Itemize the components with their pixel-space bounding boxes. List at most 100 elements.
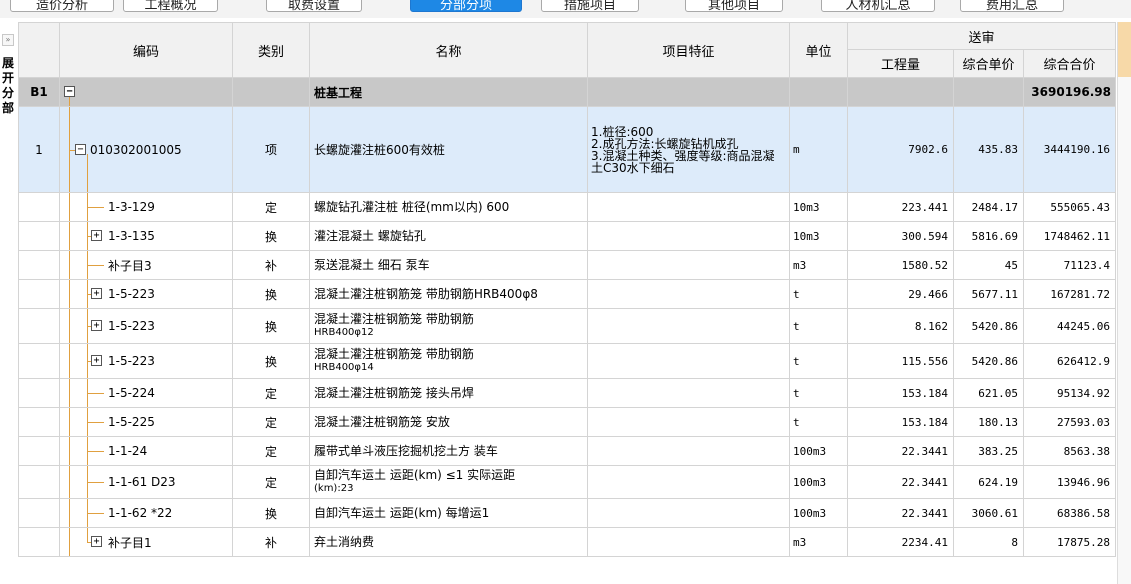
category-cell	[232, 77, 310, 107]
table-row[interactable]: 1-1-61 D23 定自卸汽车运土 运距(km) ≤1 实际运距 (km):23 1…	[18, 465, 1117, 499]
row-code: 1-3-135	[108, 229, 155, 243]
tab-2[interactable]: 取费设置	[266, 0, 362, 13]
expand-icon[interactable]: +	[91, 355, 102, 366]
quantity-cell: 1580.52	[847, 250, 954, 280]
category-cell: 换	[232, 308, 310, 344]
total-cell: 626412.9	[1022, 343, 1117, 379]
quantity-cell: 7902.6	[847, 106, 954, 193]
table-row[interactable]: +1-5-223 换混凝土灌注桩钢筋笼 带肋钢筋HRB400φ8 t 29.466 56…	[18, 279, 1117, 309]
header-total[interactable]: 综合合价	[1022, 49, 1117, 78]
table-row[interactable]: + 补子目1 补弃土消纳费 m3 2234.41 8 17875.28	[18, 527, 1117, 557]
expand-icon[interactable]: +	[91, 536, 102, 547]
header-quantity[interactable]: 工程量	[847, 49, 954, 78]
item-code: 010302001005	[90, 142, 182, 157]
name-cell: 灌注混凝土 螺旋钻孔	[309, 221, 588, 251]
name-cell: 弃土消纳费	[309, 527, 588, 557]
collapse-icon[interactable]: −	[75, 143, 86, 155]
row-index	[18, 250, 60, 280]
name-cell: 泵送混凝土 细石 泵车	[309, 250, 588, 280]
row-name: 混凝土灌注桩钢筋笼 接头吊焊	[314, 386, 474, 400]
row-index	[18, 527, 60, 557]
row-name-line2: HRB400φ14	[314, 362, 374, 373]
quantity-cell: 115.556	[847, 343, 954, 379]
features-cell: 1.桩径:600 2.成孔方法:长螺旋钻机成孔 3.混凝土种类、强度等级:商品混…	[587, 106, 790, 193]
header-unit-price[interactable]: 综合单价	[953, 49, 1024, 78]
table-row[interactable]: +1-5-223 换混凝土灌注桩钢筋笼 带肋钢筋 HRB400φ14 t 115.556…	[18, 343, 1117, 379]
table-row[interactable]: 1-5-225 定混凝土灌注桩钢筋笼 安放 t 153.184 180.13 27593.…	[18, 407, 1117, 437]
tab-7[interactable]: 费用汇总	[960, 0, 1064, 13]
name-cell: 自卸汽车运土 运距(km) ≤1 实际运距 (km):23	[309, 465, 588, 499]
table-row[interactable]: 1-1-62 *22 换自卸汽车运土 运距(km) 每增运1 100m3 22.344…	[18, 498, 1117, 528]
tree-cell: 1-1-61 D23	[59, 465, 233, 499]
header-code[interactable]: 编码	[59, 22, 233, 78]
table-row[interactable]: +1-5-223 换混凝土灌注桩钢筋笼 带肋钢筋 HRB400φ12 t 8.162 54…	[18, 308, 1117, 344]
header-name[interactable]: 名称	[309, 22, 588, 78]
features-cell	[587, 343, 790, 379]
unit-price-cell: 2484.17	[953, 192, 1024, 222]
header-features[interactable]: 项目特征	[587, 22, 790, 78]
unit-cell: m3	[789, 527, 848, 557]
collapse-icon[interactable]: −	[64, 86, 75, 97]
row-name: 螺旋钻孔灌注桩 桩径(mm以内) 600	[314, 200, 510, 214]
header-category[interactable]: 类别	[232, 22, 310, 78]
row-name: 混凝土灌注桩钢筋笼 带肋钢筋	[314, 312, 474, 326]
total-cell: 3690196.98	[1022, 77, 1117, 107]
total-cell: 167281.72	[1022, 279, 1117, 309]
total-cell: 8563.38	[1022, 436, 1117, 466]
quantity-cell: 29.466	[847, 279, 954, 309]
category-cell: 定	[232, 436, 310, 466]
feature-line: 3.混凝土种类、强度等级:商品混凝土C30水下细石	[591, 148, 775, 175]
row-name: 混凝土灌注桩钢筋笼 带肋钢筋HRB400φ8	[314, 287, 538, 301]
top-tab-bar: 造价分析 工程概况 取费设置 分部分项 措施项目 其他项目 人材机汇总 费用汇总	[0, 0, 1131, 18]
tab-5[interactable]: 其他项目	[685, 0, 783, 13]
category-cell: 换	[232, 279, 310, 309]
expand-icon[interactable]: +	[91, 320, 102, 331]
name-cell: 混凝土灌注桩钢筋笼 带肋钢筋 HRB400φ12	[309, 308, 588, 344]
table-row[interactable]: 1-5-224 定混凝土灌注桩钢筋笼 接头吊焊 t 153.184 621.05 9513…	[18, 378, 1117, 408]
features-cell	[587, 279, 790, 309]
quantity-cell: 153.184	[847, 407, 954, 437]
expand-icon[interactable]: »	[2, 34, 14, 46]
tab-4[interactable]: 措施项目	[541, 0, 639, 13]
row-name: 自卸汽车运土 运距(km) 每增运1	[314, 506, 490, 520]
section-row[interactable]: B1 − 桩基工程 3690196.98	[18, 77, 1117, 107]
row-index	[18, 221, 60, 251]
unit-cell: t	[789, 378, 848, 408]
features-cell	[587, 407, 790, 437]
quantity-cell: 8.162	[847, 308, 954, 344]
item-row[interactable]: 1 − 010302001005 项 长螺旋灌注桩600有效桩 1.桩径:600…	[18, 106, 1117, 193]
name-cell: 混凝土灌注桩钢筋笼 带肋钢筋HRB400φ8	[309, 279, 588, 309]
row-name: 灌注混凝土 螺旋钻孔	[314, 229, 426, 243]
tree-cell: −	[59, 77, 233, 107]
expand-section-label[interactable]: 展开分部	[2, 56, 16, 116]
header-unit[interactable]: 单位	[789, 22, 848, 78]
tab-1[interactable]: 工程概况	[123, 0, 218, 13]
row-index	[18, 498, 60, 528]
table-row[interactable]: 1-1-24 定履带式单斗液压挖掘机挖土方 装车 100m3 22.3441 383.2…	[18, 436, 1117, 466]
table-row[interactable]: +1-3-135 换灌注混凝土 螺旋钻孔 10m3 300.594 5816.69 174…	[18, 221, 1117, 251]
unit-price-cell: 5420.86	[953, 308, 1024, 344]
category-cell: 定	[232, 378, 310, 408]
tab-0[interactable]: 造价分析	[10, 0, 114, 13]
table-row[interactable]: 补子目3 补泵送混凝土 细石 泵车 m3 1580.52 45 71123.4	[18, 250, 1117, 280]
row-index	[18, 465, 60, 499]
unit-cell: m3	[789, 250, 848, 280]
row-code: 1-5-225	[108, 415, 155, 429]
right-scroll-strip[interactable]	[1117, 22, 1131, 584]
tab-3[interactable]: 分部分项	[410, 0, 522, 13]
tab-6[interactable]: 人材机汇总	[821, 0, 935, 13]
row-code: 1-5-223	[108, 319, 155, 333]
unit-price-cell: 8	[953, 527, 1024, 557]
expand-icon[interactable]: +	[91, 288, 102, 299]
row-code: 1-1-61 D23	[108, 475, 176, 489]
header-index	[18, 22, 60, 78]
category-cell: 定	[232, 407, 310, 437]
unit-cell: t	[789, 343, 848, 379]
total-cell: 13946.96	[1022, 465, 1117, 499]
expand-icon[interactable]: +	[91, 230, 102, 241]
quantity-cell: 22.3441	[847, 436, 954, 466]
unit-cell: m	[789, 106, 848, 193]
features-cell	[587, 221, 790, 251]
total-cell: 44245.06	[1022, 308, 1117, 344]
table-row[interactable]: 1-3-129 定螺旋钻孔灌注桩 桩径(mm以内) 600 10m3 223.441 2…	[18, 192, 1117, 222]
